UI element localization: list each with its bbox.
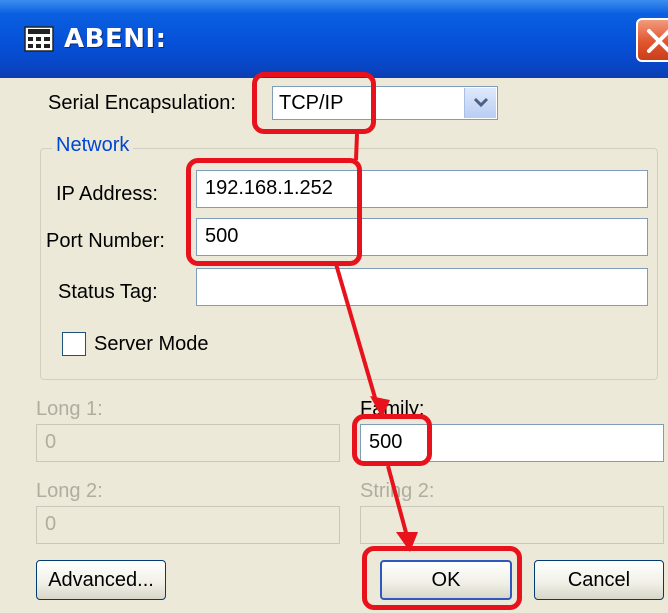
- dialog-window: ABENI: Serial Encapsulation: TCP/IP Netw…: [0, 0, 668, 613]
- arrow-head-family: [370, 396, 390, 418]
- arrow-line-ok: [386, 465, 410, 541]
- arrow-head-ok: [396, 532, 418, 552]
- arrow-connector: [354, 133, 359, 161]
- arrow-line-family: [334, 263, 380, 409]
- annotation-arrows: [334, 133, 418, 552]
